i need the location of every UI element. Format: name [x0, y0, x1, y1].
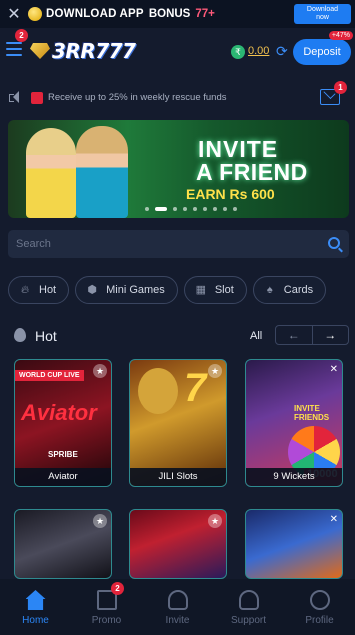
coin-icon — [28, 7, 42, 21]
announcement-text[interactable]: Receive up to 25% in weekly rescue funds — [48, 92, 227, 103]
announcement-bar: Receive up to 25% in weekly rescue funds… — [0, 81, 355, 112]
deposit-label: Deposit — [303, 46, 341, 58]
flame-icon — [14, 328, 26, 342]
user-icon — [309, 590, 330, 610]
game-logo: Aviator — [21, 400, 97, 425]
favorite-star-icon[interactable]: ★ — [208, 514, 222, 528]
nav-promo[interactable]: Promo 2 — [71, 579, 142, 635]
speaker-icon — [9, 91, 19, 103]
nav-profile[interactable]: Profile — [284, 579, 355, 635]
banner-illustration — [18, 120, 138, 218]
download-app-bar: ✕ DOWNLOAD APP BONUS 77+ Download now — [0, 0, 355, 28]
nav-label: Home — [22, 615, 49, 626]
pagination-dot[interactable] — [155, 207, 167, 211]
prev-arrow-icon[interactable]: ← — [276, 326, 312, 344]
game-name: 9 Wickets — [246, 468, 342, 486]
pagination-dot[interactable] — [145, 207, 149, 211]
favorite-star-icon[interactable]: ★ — [93, 364, 107, 378]
game-tag: INVITE FRIENDS — [294, 404, 330, 422]
category-slot[interactable]: ▦ Slot — [183, 276, 247, 304]
category-label: Slot — [214, 284, 234, 296]
nav-label: Support — [230, 615, 267, 626]
nav-label: Invite — [165, 615, 190, 626]
menu-icon[interactable] — [6, 42, 22, 56]
cards-icon: ♠ — [266, 284, 273, 296]
nav-invite[interactable]: Invite — [142, 579, 213, 635]
nav-label: Profile — [305, 615, 334, 626]
gift-icon — [31, 92, 43, 104]
game-name: JILI Slots — [130, 468, 226, 486]
download-button-line2: now — [316, 14, 329, 21]
logo-text: 3RR777 — [52, 39, 136, 63]
app-header: 2 3RR777 ₹ 0.00 ⟳ Deposit +47% — [0, 28, 355, 78]
category-cards[interactable]: ♠ Cards — [252, 276, 327, 304]
pagination-dot[interactable] — [173, 207, 177, 211]
pagination-dot[interactable] — [193, 207, 197, 211]
section-title: Hot — [35, 328, 57, 344]
search-input[interactable] — [16, 230, 316, 258]
game-ribbon: WORLD CUP LIVE — [15, 370, 84, 381]
pagination-dot[interactable] — [223, 207, 227, 211]
category-label: Hot — [39, 284, 57, 296]
slot-machine-icon: ▦ — [195, 284, 207, 296]
nav-support[interactable]: Support — [213, 579, 284, 635]
game-card-aviator[interactable]: WORLD CUP LIVE Aviator SPRIBE ★ Aviator — [14, 359, 112, 487]
refresh-icon[interactable]: ⟳ — [276, 43, 288, 60]
category-label: Mini Games — [106, 284, 165, 296]
banner-pagination[interactable] — [145, 207, 237, 211]
pagination-dot[interactable] — [213, 207, 217, 211]
download-now-button[interactable]: Download now — [294, 4, 351, 24]
bonus-label: BONUS — [148, 8, 191, 20]
pagination-dot[interactable] — [203, 207, 207, 211]
close-icon[interactable]: ✕ — [330, 514, 338, 525]
seven-icon: 7 — [184, 366, 207, 410]
next-arrow-icon[interactable]: → — [311, 326, 349, 344]
mail-badge: 1 — [334, 81, 347, 94]
deposit-bonus-badge: +47% — [328, 31, 353, 40]
pagination-dot[interactable] — [183, 207, 187, 211]
flame-icon: 🔥︎ — [20, 284, 30, 296]
nav-label: Promo — [91, 615, 122, 626]
headset-icon — [238, 590, 259, 610]
deposit-button[interactable]: Deposit — [293, 39, 351, 65]
category-mini-games[interactable]: ⬢ Mini Games — [75, 276, 178, 304]
pagination-dot[interactable] — [233, 207, 237, 211]
game-artwork — [138, 368, 178, 414]
download-button-line1: Download — [306, 6, 339, 13]
promo-badge: 2 — [111, 582, 124, 595]
home-icon — [25, 590, 46, 610]
carousel-arrows: ← → — [275, 325, 349, 345]
diamond-icon — [30, 43, 50, 59]
bonus-amount: 77+ — [195, 8, 215, 20]
game-card-9-wickets[interactable]: ✕ INVITE FRIENDS 10000 9 Wickets — [245, 359, 343, 487]
banner-line3: EARN Rs 600 — [186, 186, 275, 202]
banner-line2: A FRIEND — [196, 159, 308, 185]
search-bar — [8, 230, 349, 258]
download-app-title: DOWNLOAD APP — [46, 8, 144, 20]
invite-icon — [167, 590, 188, 610]
balance[interactable]: 0.00 — [248, 45, 269, 57]
logo[interactable]: 3RR777 — [30, 39, 136, 63]
menu-badge: 2 — [15, 29, 28, 42]
game-name: Aviator — [15, 468, 111, 486]
close-icon[interactable]: ✕ — [330, 364, 338, 375]
bottom-navigation: Home Promo 2 Invite Support Profile — [0, 579, 355, 635]
wallet-icon: ₹ — [231, 45, 245, 59]
close-icon[interactable]: ✕ — [0, 0, 28, 28]
favorite-star-icon[interactable]: ★ — [93, 514, 107, 528]
search-icon[interactable] — [328, 237, 340, 249]
category-hot[interactable]: 🔥︎ Hot — [8, 276, 70, 304]
game-card[interactable]: ★ — [14, 509, 112, 579]
favorite-star-icon[interactable]: ★ — [208, 364, 222, 378]
hexagon-icon: ⬢ — [87, 284, 97, 296]
game-provider: SPRIBE — [48, 450, 78, 459]
game-card[interactable]: ✕ — [245, 509, 343, 579]
category-tabs: 🔥︎ Hot ⬢ Mini Games ▦ Slot ♠ Cards — [8, 276, 355, 304]
category-label: Cards — [283, 284, 314, 296]
game-card-jili-slots[interactable]: 7 ★ JILI Slots — [129, 359, 227, 487]
promo-banner[interactable]: INVITE A FRIEND EARN Rs 600 — [8, 120, 349, 218]
view-all-link[interactable]: All — [250, 330, 262, 342]
game-card[interactable]: ★ — [129, 509, 227, 579]
nav-home[interactable]: Home — [0, 579, 71, 635]
